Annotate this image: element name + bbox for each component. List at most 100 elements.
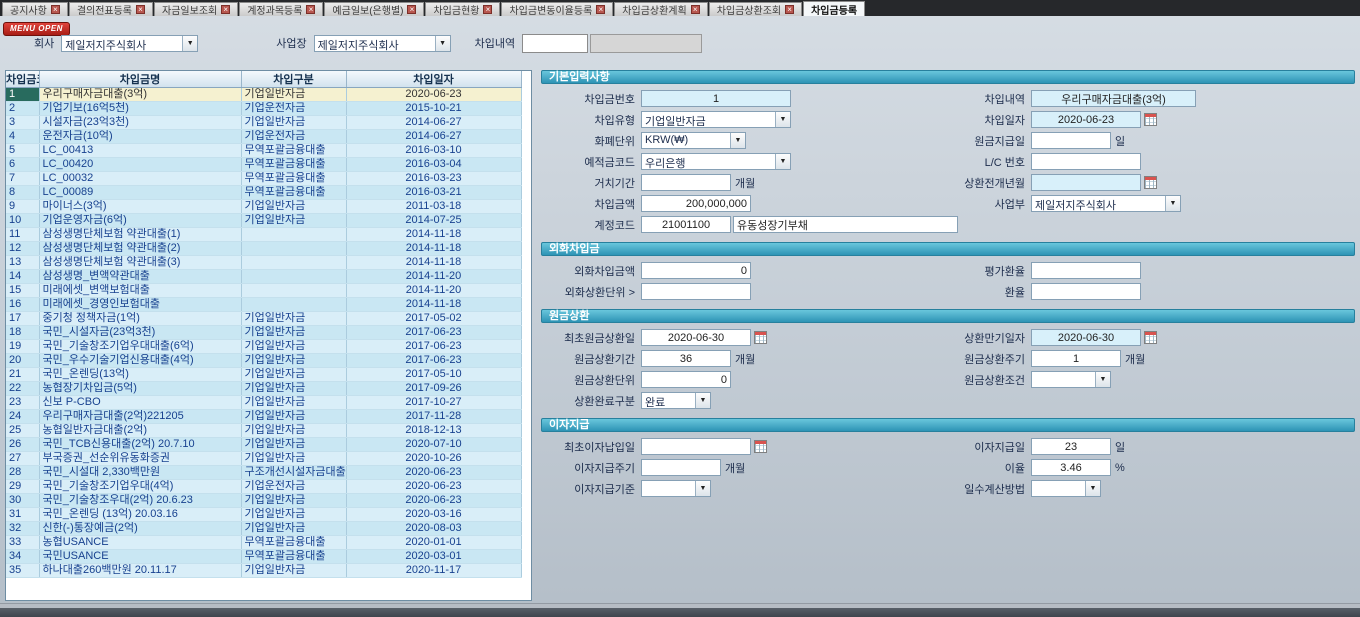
table-row[interactable]: 33농협USANCE무역포괄금융대출2020-01-01 — [6, 536, 521, 550]
site-select[interactable]: 제일저지주식회사 ▼ — [314, 35, 451, 52]
eval-rate-field[interactable] — [1031, 262, 1141, 279]
tab-item[interactable]: 차입금현황× — [425, 2, 500, 16]
close-icon[interactable]: × — [691, 5, 700, 14]
interest-basis-select[interactable]: ▼ — [641, 480, 711, 497]
calendar-icon[interactable] — [754, 440, 767, 453]
close-icon[interactable]: × — [221, 5, 230, 14]
column-header[interactable]: 차입구분 — [241, 71, 346, 88]
chevron-down-icon[interactable]: ▼ — [1165, 196, 1180, 211]
loan-amount-field[interactable] — [641, 195, 751, 212]
table-row[interactable]: 21국민_온렌딩(13억)기업일반자금2017-05-10 — [6, 368, 521, 382]
table-row[interactable]: 14삼성생명_변액약관대출2014-11-20 — [6, 270, 521, 284]
loan-no-field[interactable] — [641, 90, 791, 107]
currency-select[interactable]: KRW(₩) ▼ — [641, 132, 746, 149]
lc-no-field[interactable] — [1031, 153, 1141, 170]
table-row[interactable]: 4운전자금(10억)기업운전자금2014-06-27 — [6, 130, 521, 144]
interest-cycle-field[interactable] — [641, 459, 721, 476]
table-row[interactable]: 9마이너스(3억)기업일반자금2011-03-18 — [6, 200, 521, 214]
column-header[interactable]: 차입금명 — [39, 71, 241, 88]
menu-open-button[interactable]: MENU OPEN — [3, 22, 70, 36]
loan-search-input[interactable] — [522, 34, 588, 53]
table-row[interactable]: 25농협일반자금대출(2억)기업일반자금2018-12-13 — [6, 424, 521, 438]
repay-cycle-field[interactable] — [1031, 350, 1121, 367]
table-row[interactable]: 27부국증권_선순위유동화증권기업일반자금2020-10-26 — [6, 452, 521, 466]
tab-item[interactable]: 공지사항× — [2, 2, 68, 16]
table-row[interactable]: 8LC_00089무역포괄금융대출2016-03-21 — [6, 186, 521, 200]
chevron-down-icon[interactable]: ▼ — [775, 112, 790, 127]
chevron-down-icon[interactable]: ▼ — [1085, 481, 1100, 496]
table-row[interactable]: 6LC_00420무역포괄금융대출2016-03-04 — [6, 158, 521, 172]
table-row[interactable]: 18국민_시설자금(23억3천)기업일반자금2017-06-23 — [6, 326, 521, 340]
table-row[interactable]: 1우리구매자금대출(3억)기업일반자금2020-06-23 — [6, 88, 521, 102]
principal-pay-day-field[interactable] — [1031, 132, 1111, 149]
calendar-icon[interactable] — [1144, 176, 1157, 189]
table-row[interactable]: 30국민_기술창조우대(2억) 20.6.23기업일반자금2020-06-23 — [6, 494, 521, 508]
grace-period-field[interactable] — [641, 174, 731, 191]
rate-field[interactable] — [1031, 283, 1141, 300]
table-row[interactable]: 28국민_시설대 2,330백만원구조개선시설자금대출2020-06-23 — [6, 466, 521, 480]
close-icon[interactable]: × — [51, 5, 60, 14]
table-row[interactable]: 22농협장기차입금(5억)기업일반자금2017-09-26 — [6, 382, 521, 396]
close-icon[interactable]: × — [596, 5, 605, 14]
table-row[interactable]: 10기업운영자금(6억)기업일반자금2014-07-25 — [6, 214, 521, 228]
table-row[interactable]: 34국민USANCE무역포괄금융대출2020-03-01 — [6, 550, 521, 564]
interest-rate-field[interactable] — [1031, 459, 1111, 476]
close-icon[interactable]: × — [407, 5, 416, 14]
close-icon[interactable]: × — [136, 5, 145, 14]
chevron-down-icon[interactable]: ▼ — [182, 36, 197, 51]
repay-period-field[interactable] — [641, 350, 731, 367]
loan-type-select[interactable]: 기업일반자금 ▼ — [641, 111, 791, 128]
company-select[interactable]: 제일저지주식회사 ▼ — [61, 35, 198, 52]
table-row[interactable]: 13삼성생명단체보험 약관대출(3)2014-11-18 — [6, 256, 521, 270]
table-row[interactable]: 11삼성생명단체보험 약관대출(1)2014-11-18 — [6, 228, 521, 242]
first-interest-date-field[interactable] — [641, 438, 751, 455]
repay-complete-select[interactable]: 완료 ▼ — [641, 392, 711, 409]
tab-active[interactable]: 차입금등록 — [803, 1, 865, 16]
chevron-down-icon[interactable]: ▼ — [695, 481, 710, 496]
tab-item[interactable]: 계정과목등록× — [239, 2, 323, 16]
fx-unit-field[interactable] — [641, 283, 751, 300]
table-row[interactable]: 3시설자금(23억3천)기업일반자금2014-06-27 — [6, 116, 521, 130]
calendar-icon[interactable] — [754, 331, 767, 344]
column-header[interactable]: 차입일자 — [346, 71, 521, 88]
calendar-icon[interactable] — [1144, 331, 1157, 344]
column-header[interactable]: 차입금코드 — [6, 71, 39, 88]
deposit-code-select[interactable]: 우리은행 ▼ — [641, 153, 791, 170]
tab-item[interactable]: 차입금상환계획× — [614, 2, 707, 16]
table-row[interactable]: 35하나대출260백만원 20.11.17기업일반자금2020-11-17 — [6, 564, 521, 578]
day-calc-select[interactable]: ▼ — [1031, 480, 1101, 497]
loan-date-field[interactable] — [1031, 111, 1141, 128]
account-code-field[interactable] — [641, 216, 731, 233]
before-repay-ym-field[interactable] — [1031, 174, 1141, 191]
table-row[interactable]: 32신한(-)통장예금(2억)기업일반자금2020-08-03 — [6, 522, 521, 536]
tab-item[interactable]: 차입금상환조회× — [709, 2, 802, 16]
table-row[interactable]: 15미래에셋_변액보험대출2014-11-20 — [6, 284, 521, 298]
chevron-down-icon[interactable]: ▼ — [730, 133, 745, 148]
table-row[interactable]: 12삼성생명단체보험 약관대출(2)2014-11-18 — [6, 242, 521, 256]
chevron-down-icon[interactable]: ▼ — [435, 36, 450, 51]
interest-pay-day-field[interactable] — [1031, 438, 1111, 455]
table-row[interactable]: 7LC_00032무역포괄금융대출2016-03-23 — [6, 172, 521, 186]
close-icon[interactable]: × — [785, 5, 794, 14]
first-repay-date-field[interactable] — [641, 329, 751, 346]
repay-condition-select[interactable]: ▼ — [1031, 371, 1111, 388]
tab-item[interactable]: 자금일보조회× — [154, 2, 238, 16]
tab-item[interactable]: 예금일보(은행별)× — [324, 2, 424, 16]
table-row[interactable]: 19국민_기술창조기업우대대출(6억)기업일반자금2017-06-23 — [6, 340, 521, 354]
account-name-field[interactable] — [733, 216, 958, 233]
table-row[interactable]: 26국민_TCB신용대출(2억) 20.7.10기업일반자금2020-07-10 — [6, 438, 521, 452]
tab-item[interactable]: 차입금변동이율등록× — [501, 2, 613, 16]
maturity-date-field[interactable] — [1031, 329, 1141, 346]
table-row[interactable]: 29국민_기술창조기업우대(4억)기업운전자금2020-06-23 — [6, 480, 521, 494]
close-icon[interactable]: × — [306, 5, 315, 14]
chevron-down-icon[interactable]: ▼ — [775, 154, 790, 169]
table-row[interactable]: 2기업기보(16억5천)기업운전자금2015-10-21 — [6, 102, 521, 116]
division-select[interactable]: 제일저지주식회사 ▼ — [1031, 195, 1181, 212]
calendar-icon[interactable] — [1144, 113, 1157, 126]
tab-item[interactable]: 결의전표등록× — [69, 2, 153, 16]
table-row[interactable]: 5LC_00413무역포괄금융대출2016-03-10 — [6, 144, 521, 158]
table-row[interactable]: 24우리구매자금대출(2억)221205기업일반자금2017-11-28 — [6, 410, 521, 424]
chevron-down-icon[interactable]: ▼ — [1095, 372, 1110, 387]
table-row[interactable]: 17중기청 정책자금(1억)기업일반자금2017-05-02 — [6, 312, 521, 326]
fx-amount-field[interactable] — [641, 262, 751, 279]
